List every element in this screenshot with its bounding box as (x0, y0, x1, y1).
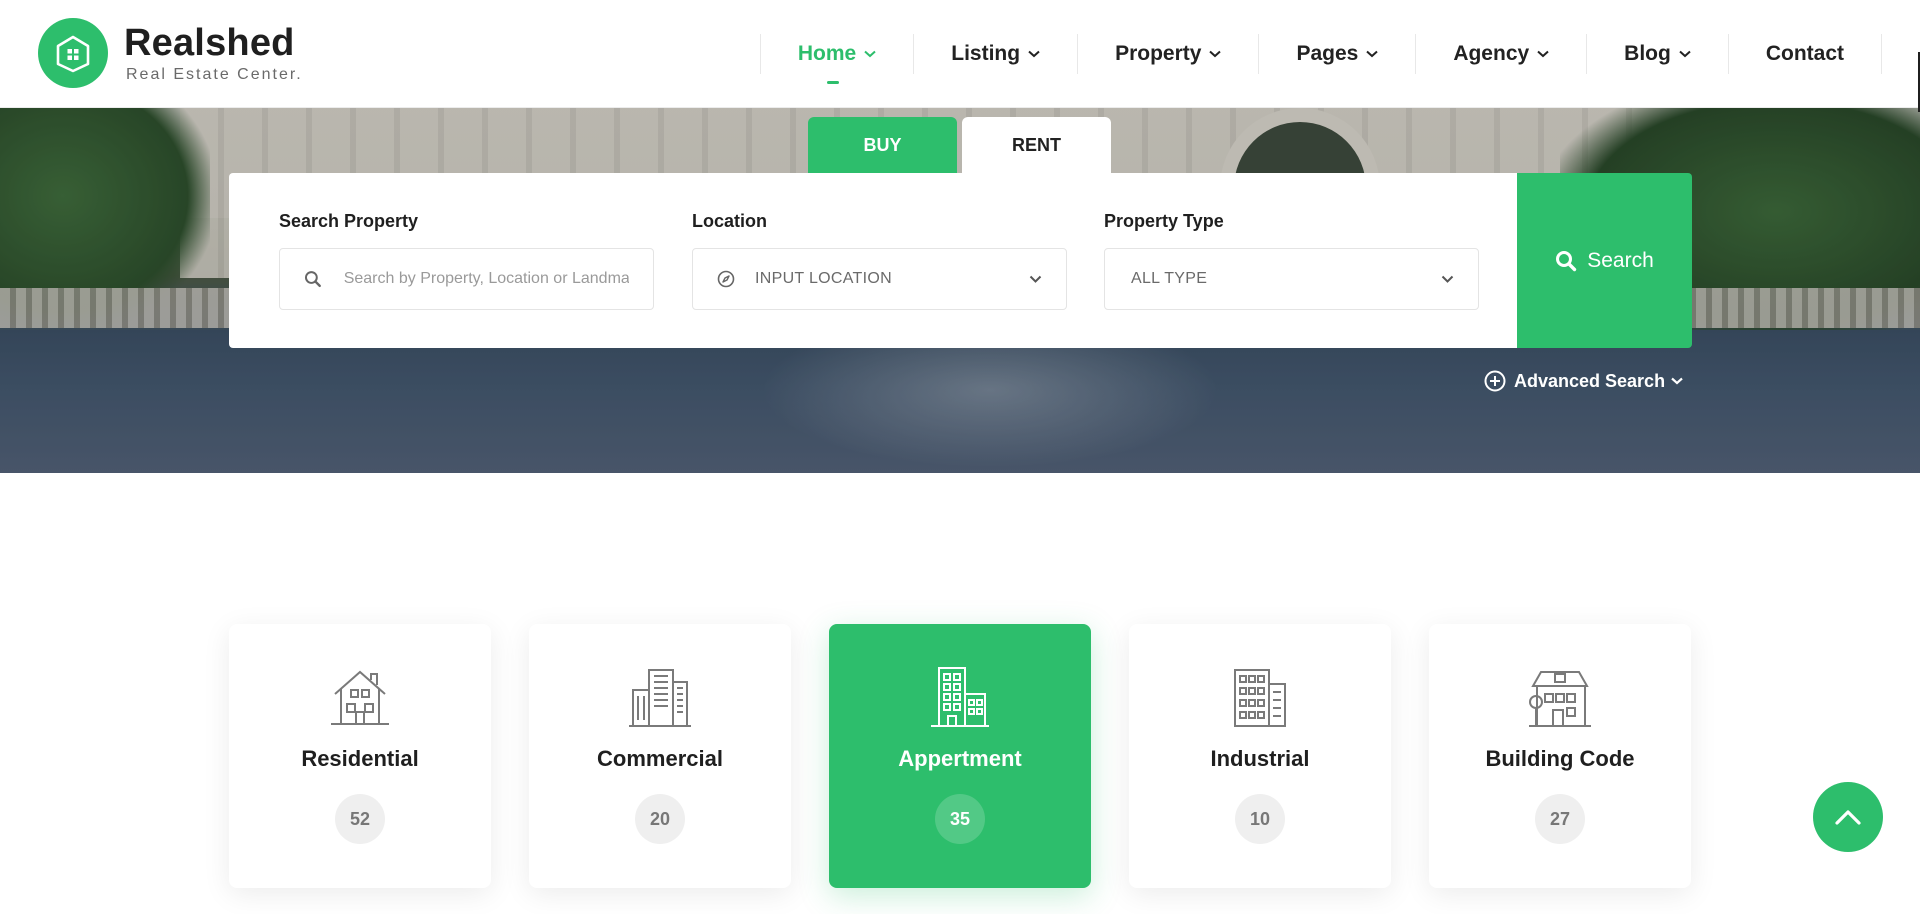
tab-buy[interactable]: BUY (808, 117, 957, 173)
field-label: Location (692, 211, 767, 231)
chevron-down-icon (1029, 275, 1042, 283)
site-header: Realshed Real Estate Center. Home Listin… (0, 0, 1920, 108)
office-building-icon (529, 664, 791, 730)
chevron-down-icon (864, 50, 876, 58)
site-logo[interactable]: Realshed Real Estate Center. (38, 18, 303, 88)
chevron-down-icon (1209, 50, 1222, 58)
advanced-search-toggle[interactable]: Advanced Search (1484, 370, 1691, 392)
nav-item-listing[interactable]: Listing (913, 34, 1077, 74)
search-button[interactable]: Search (1517, 173, 1692, 348)
property-type-field: Property Type ALL TYPE (1104, 211, 1479, 310)
nav-item-agency[interactable]: Agency (1415, 34, 1586, 74)
search-icon (1556, 250, 1577, 271)
property-type-select[interactable]: ALL TYPE (1104, 248, 1479, 310)
nav-label: Home (797, 42, 857, 65)
category-card-appertment[interactable]: Appertment 35 (829, 624, 1091, 888)
search-button-label: Search (1587, 248, 1654, 272)
chevron-up-icon (1835, 810, 1861, 825)
category-card-building-code[interactable]: Building Code 27 (1429, 624, 1691, 888)
category-name: Appertment (898, 746, 1022, 771)
category-count: 10 (1235, 794, 1285, 844)
search-placeholder: Search by Property, Location or Landmark… (343, 270, 629, 287)
nav-label: Agency (1453, 42, 1530, 65)
property-type-value: ALL TYPE (1131, 270, 1208, 287)
nav-item-blog[interactable]: Blog (1586, 34, 1728, 74)
location-select[interactable]: INPUT LOCATION (692, 248, 1067, 310)
location-field: Location INPUT LOCATION (692, 211, 1067, 310)
field-label: Property Type (1104, 211, 1224, 231)
category-card-commercial[interactable]: Commercial 20 (529, 624, 791, 888)
compass-icon (717, 270, 735, 288)
chevron-down-icon (1537, 50, 1549, 58)
nav-item-home[interactable]: Home (759, 34, 913, 84)
plus-circle-icon (1484, 370, 1506, 392)
category-card-residential[interactable]: Residential 52 (229, 624, 491, 888)
category-card-industrial[interactable]: Industrial 10 (1129, 624, 1391, 888)
apartment-building-icon (829, 664, 1091, 730)
scroll-to-top-button[interactable] (1813, 782, 1883, 852)
category-count: 20 (635, 794, 685, 844)
chevron-down-icon (1366, 50, 1378, 58)
building-code-icon (1429, 664, 1691, 730)
search-property-field: Search Property Search by Property, Loca… (279, 211, 654, 310)
category-name: Industrial (1210, 746, 1310, 771)
chevron-down-icon (1441, 275, 1454, 283)
search-icon (304, 271, 321, 288)
brand-subtitle: Real Estate Center. (126, 66, 303, 83)
category-count: 35 (935, 794, 985, 844)
category-name: Residential (301, 746, 419, 771)
category-count: 27 (1535, 794, 1585, 844)
nav-label: Listing (951, 42, 1021, 65)
location-value: INPUT LOCATION (755, 270, 892, 287)
search-input[interactable]: Search by Property, Location or Landmark… (279, 248, 654, 310)
field-label: Search Property (279, 211, 419, 231)
category-count: 52 (335, 794, 385, 844)
chevron-down-icon (1028, 50, 1040, 58)
house-icon (229, 664, 491, 730)
category-name: Commercial (597, 746, 723, 771)
chevron-down-icon (1671, 377, 1683, 385)
nav-label: Property (1115, 42, 1202, 65)
chevron-down-icon (1679, 50, 1691, 58)
nav-label: Pages (1296, 42, 1359, 65)
search-panel: Search Property Search by Property, Loca… (229, 173, 1517, 348)
nav-item-pages[interactable]: Pages (1258, 34, 1415, 74)
category-list: Residential 52 Commercial 20 Appertment … (229, 624, 1692, 888)
advanced-search-label: Advanced Search (1514, 370, 1666, 391)
industrial-building-icon (1129, 664, 1391, 730)
house-icon (38, 18, 108, 88)
brand-title: Realshed (124, 22, 295, 64)
category-name: Building Code (1485, 746, 1635, 771)
nav-label: Contact (1765, 42, 1844, 65)
tab-rent[interactable]: RENT (962, 117, 1111, 173)
nav-label: Blog (1624, 42, 1671, 65)
nav-item-contact[interactable]: Contact (1727, 34, 1882, 74)
nav-item-property[interactable]: Property (1077, 34, 1258, 74)
main-nav: Home Listing Property Pages Agency Blog … (759, 34, 1882, 84)
